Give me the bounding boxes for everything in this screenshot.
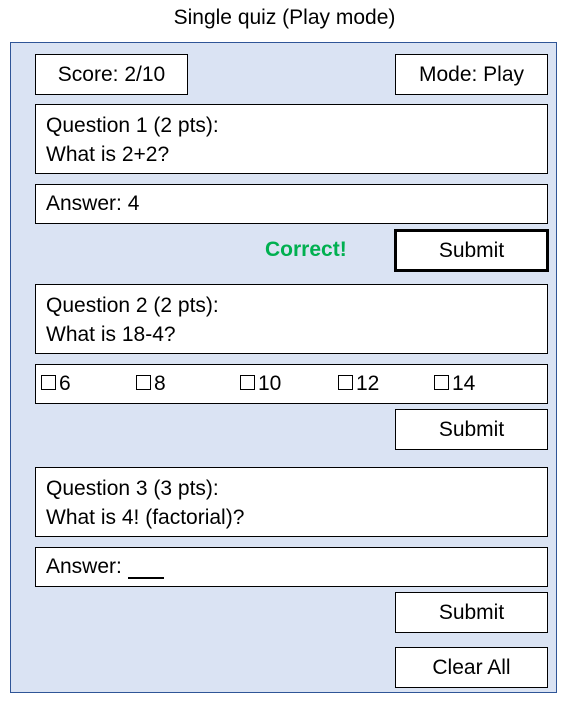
question-3-answer-input[interactable] xyxy=(127,555,164,579)
checkbox-icon[interactable] xyxy=(434,374,449,390)
question-3-title: Question 3 (3 pts): xyxy=(46,477,219,500)
question-1-title: Question 1 (2 pts): xyxy=(46,114,219,137)
checkbox-icon[interactable] xyxy=(338,374,353,390)
question-3-answer-field[interactable]: Answer: xyxy=(35,547,548,587)
question-2-option-label: 12 xyxy=(356,372,380,395)
score-display: Score: 2/10 xyxy=(35,54,188,95)
question-1-feedback: Correct! xyxy=(265,238,347,261)
question-2-option-label: 14 xyxy=(452,372,476,395)
question-2-title: Question 2 (2 pts): xyxy=(46,294,219,317)
question-2-text: What is 18-4? xyxy=(46,323,176,346)
question-1-text: What is 2+2? xyxy=(46,143,170,166)
question-2-option-label: 6 xyxy=(59,372,71,395)
question-2-submit-button[interactable]: Submit xyxy=(395,409,548,450)
question-2-option[interactable]: 8 xyxy=(136,365,166,403)
question-1-answer-field[interactable]: Answer: 4 xyxy=(35,184,548,224)
question-1-answer-value: 4 xyxy=(127,192,140,215)
clear-all-button[interactable]: Clear All xyxy=(395,647,548,688)
checkbox-icon[interactable] xyxy=(136,374,151,390)
question-2-option-label: 8 xyxy=(154,372,166,395)
question-3-card: Question 3 (3 pts): What is 4! (factoria… xyxy=(35,467,548,537)
question-2-option[interactable]: 12 xyxy=(338,365,379,403)
question-1-submit-button[interactable]: Submit xyxy=(394,229,549,272)
question-1-answer-label: Answer: xyxy=(46,192,122,215)
page-title: Single quiz (Play mode) xyxy=(173,6,396,29)
question-3-text: What is 4! (factorial)? xyxy=(46,506,245,529)
question-1-card: Question 1 (2 pts): What is 2+2? xyxy=(35,104,548,174)
question-2-option-label: 10 xyxy=(258,372,282,395)
mode-display: Mode: Play xyxy=(395,54,548,95)
question-3-submit-button[interactable]: Submit xyxy=(395,592,548,633)
checkbox-icon[interactable] xyxy=(41,374,56,390)
question-3-answer-label: Answer: xyxy=(46,555,122,578)
question-2-option[interactable]: 6 xyxy=(41,365,71,403)
question-2-option[interactable]: 14 xyxy=(434,365,475,403)
question-2-option[interactable]: 10 xyxy=(240,365,281,403)
checkbox-icon[interactable] xyxy=(240,374,255,390)
question-2-options: 6 8 10 12 14 xyxy=(35,364,548,404)
question-2-card: Question 2 (2 pts): What is 18-4? xyxy=(35,284,548,354)
